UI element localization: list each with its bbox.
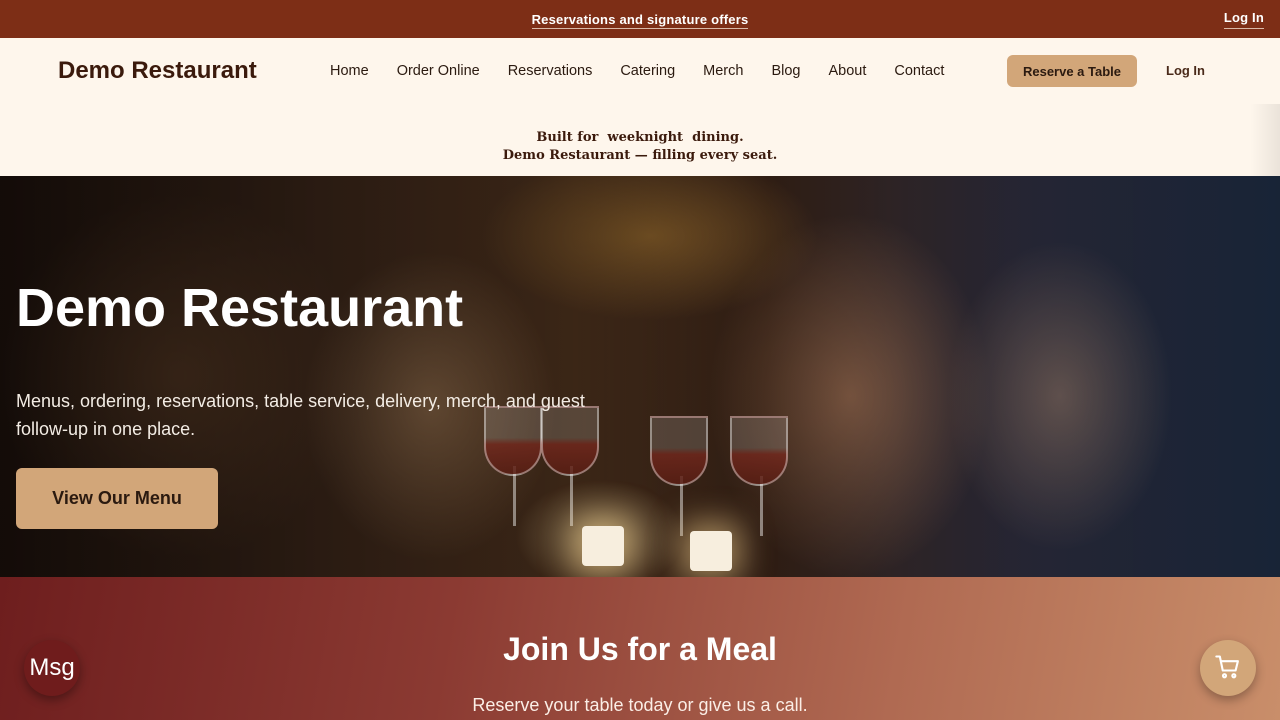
- cart-button[interactable]: [1200, 640, 1256, 696]
- nav-link-reservations[interactable]: Reservations: [508, 63, 593, 79]
- brand-logo[interactable]: Demo Restaurant: [58, 57, 257, 85]
- hero-subtitle: Menus, ordering, reservations, table ser…: [16, 391, 585, 439]
- nav-login-link[interactable]: Log In: [1166, 63, 1205, 78]
- join-title: Join Us for a Meal: [503, 631, 777, 667]
- message-button[interactable]: Msg: [24, 640, 80, 696]
- nav-link-about[interactable]: About: [828, 63, 866, 79]
- nav-link-merch[interactable]: Merch: [703, 63, 743, 79]
- nav-link-order-online[interactable]: Order Online: [397, 63, 480, 79]
- promo-link[interactable]: Reservations and signature offers: [531, 12, 749, 29]
- hero-section: Demo Restaurant Menus, ordering, reserva…: [0, 176, 1280, 577]
- nav-link-contact[interactable]: Contact: [894, 63, 944, 79]
- tagline-line-1: Built for weeknight dining.: [536, 130, 744, 145]
- tagline-line-2: Demo Restaurant — filling every seat.: [502, 148, 778, 163]
- announcement-bar: Reservations and signature offers Log In: [0, 0, 1280, 38]
- tagline-banner: Built for weeknight dining. Demo Restaur…: [0, 104, 1280, 176]
- nav-link-catering[interactable]: Catering: [620, 63, 675, 79]
- nav-link-blog[interactable]: Blog: [771, 63, 800, 79]
- reserve-table-button[interactable]: Reserve a Table: [1007, 55, 1137, 87]
- cart-icon: [1214, 653, 1242, 684]
- hero-title: Demo Restaurant: [16, 278, 464, 338]
- join-us-section: Join Us for a Meal Reserve your table to…: [0, 577, 1280, 720]
- topbar-login-link[interactable]: Log In: [1223, 10, 1264, 29]
- nav-links: Home Order Online Reservations Catering …: [330, 63, 972, 79]
- nav-link-home[interactable]: Home: [330, 63, 369, 79]
- join-subtitle: Reserve your table today or give us a ca…: [472, 695, 808, 715]
- view-menu-button[interactable]: View Our Menu: [16, 468, 218, 529]
- promo-container: Reservations and signature offers: [0, 11, 1280, 29]
- main-navigation: Demo Restaurant Home Order Online Reserv…: [0, 38, 1280, 104]
